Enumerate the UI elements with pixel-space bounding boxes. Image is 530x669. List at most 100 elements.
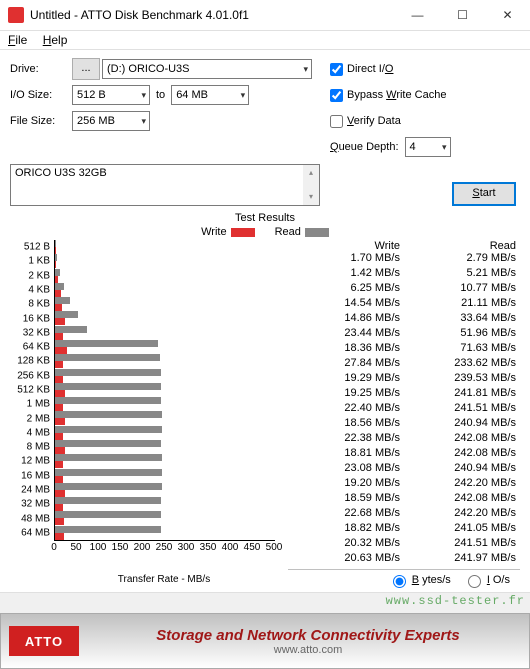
iosize-to-select[interactable]: 64 MB▾ — [171, 85, 249, 105]
cell-read: 10.77 MB/s — [404, 282, 520, 297]
cell-read: 51.96 MB/s — [404, 327, 520, 342]
chevron-down-icon: ▾ — [141, 90, 146, 101]
x-tick-label: 0 — [51, 542, 57, 553]
watermark: www.ssd-tester.fr — [386, 594, 525, 608]
bar-write — [55, 347, 67, 354]
iosize-from-select[interactable]: 512 B▾ — [72, 85, 150, 105]
y-tick-label: 24 MB — [21, 485, 50, 496]
legend-write-swatch — [231, 228, 255, 237]
bytes-radio[interactable]: Bytes/s — [388, 572, 451, 588]
bar-read — [55, 469, 162, 476]
close-button[interactable]: ✕ — [485, 0, 530, 30]
verify-data-checkbox[interactable]: Verify Data — [330, 115, 401, 128]
textarea-scrollbar[interactable]: ▴ ▾ — [303, 165, 319, 205]
table-row: 1.70 MB/s2.79 MB/s — [288, 252, 520, 267]
app-icon — [8, 7, 24, 23]
y-tick-label: 32 MB — [21, 499, 50, 510]
bar-read — [55, 369, 161, 376]
cell-read: 239.53 MB/s — [404, 372, 520, 387]
cell-write: 19.29 MB/s — [288, 372, 404, 387]
cell-write: 22.38 MB/s — [288, 432, 404, 447]
table-row: 14.54 MB/s21.11 MB/s — [288, 297, 520, 312]
x-tick-label: 350 — [200, 542, 217, 553]
legend-read-label: Read — [275, 226, 301, 238]
bar-read — [55, 240, 56, 247]
y-tick-label: 8 KB — [28, 299, 50, 310]
bar-read — [55, 254, 57, 261]
y-tick-label: 256 KB — [17, 370, 50, 381]
queue-depth-select[interactable]: 4▾ — [405, 137, 451, 157]
chevron-down-icon: ▾ — [241, 90, 246, 101]
y-tick-label: 8 MB — [27, 442, 50, 453]
table-row: 18.56 MB/s240.94 MB/s — [288, 417, 520, 432]
drive-select[interactable]: (D:) ORICO-U3S▾ — [102, 59, 312, 79]
y-tick-label: 2 MB — [27, 413, 50, 424]
bar-write — [55, 261, 56, 268]
chevron-down-icon: ▾ — [141, 116, 146, 127]
y-tick-label: 512 KB — [17, 385, 50, 396]
drive-browse-button[interactable]: ... — [72, 58, 100, 80]
x-tick-label: 200 — [134, 542, 151, 553]
cell-read: 240.94 MB/s — [404, 462, 520, 477]
bar-read — [55, 511, 161, 518]
y-tick-label: 12 MB — [21, 456, 50, 467]
y-tick-label: 16 KB — [23, 313, 50, 324]
cell-write: 18.56 MB/s — [288, 417, 404, 432]
bar-write — [55, 333, 63, 340]
bar-write — [55, 304, 62, 311]
bar-write — [55, 518, 64, 525]
chevron-down-icon: ▾ — [442, 142, 447, 153]
table-row: 20.32 MB/s241.51 MB/s — [288, 537, 520, 552]
y-tick-label: 48 MB — [21, 513, 50, 524]
cell-read: 2.79 MB/s — [404, 252, 520, 267]
table-row: 18.82 MB/s241.05 MB/s — [288, 522, 520, 537]
y-tick-label: 512 B — [24, 242, 50, 253]
cell-write: 18.81 MB/s — [288, 447, 404, 462]
drive-value: (D:) ORICO-U3S — [107, 63, 190, 75]
bar-read — [55, 311, 78, 318]
bar-read — [55, 297, 70, 304]
table-row: 22.68 MB/s242.20 MB/s — [288, 507, 520, 522]
cell-write: 20.32 MB/s — [288, 537, 404, 552]
scroll-down-icon[interactable]: ▾ — [303, 189, 319, 205]
cell-read: 241.51 MB/s — [404, 402, 520, 417]
cell-read: 71.63 MB/s — [404, 342, 520, 357]
table-row: 14.86 MB/s33.64 MB/s — [288, 312, 520, 327]
bar-write — [55, 318, 65, 325]
menu-help[interactable]: Help — [43, 33, 68, 47]
maximize-button[interactable]: ☐ — [440, 0, 485, 30]
cell-read: 241.97 MB/s — [404, 552, 520, 567]
bar-read — [55, 526, 161, 533]
start-button[interactable]: Start — [452, 182, 516, 206]
bar-read — [55, 497, 161, 504]
ios-radio[interactable]: IO/s — [463, 572, 510, 588]
bypass-cache-checkbox[interactable]: Bypass Write Cache — [330, 89, 446, 102]
cell-read: 242.20 MB/s — [404, 507, 520, 522]
bar-read — [55, 411, 162, 418]
scroll-up-icon[interactable]: ▴ — [303, 165, 319, 181]
description-textarea[interactable]: ORICO U3S 32GB ▴ ▾ — [10, 164, 320, 206]
bar-write — [55, 533, 64, 540]
drive-label: Drive: — [10, 63, 72, 75]
cell-read: 242.08 MB/s — [404, 447, 520, 462]
x-tick-label: 100 — [90, 542, 107, 553]
table-row: 27.84 MB/s233.62 MB/s — [288, 357, 520, 372]
cell-read: 241.51 MB/s — [404, 537, 520, 552]
cell-write: 19.20 MB/s — [288, 477, 404, 492]
y-tick-label: 64 KB — [23, 342, 50, 353]
minimize-button[interactable]: — — [395, 0, 440, 30]
table-row: 20.63 MB/s241.97 MB/s — [288, 552, 520, 567]
atto-logo: ATTO — [9, 626, 79, 656]
cell-write: 20.63 MB/s — [288, 552, 404, 567]
cell-write: 18.59 MB/s — [288, 492, 404, 507]
cell-write: 1.42 MB/s — [288, 267, 404, 282]
to-label: to — [156, 89, 165, 101]
bar-write — [55, 504, 63, 511]
bar-read — [55, 426, 162, 433]
direct-io-checkbox[interactable]: Direct I/O — [330, 63, 393, 76]
bar-read — [55, 454, 162, 461]
menu-file[interactable]: File — [8, 33, 27, 47]
filesize-select[interactable]: 256 MB▾ — [72, 111, 150, 131]
footer-url: www.atto.com — [87, 644, 529, 656]
cell-write: 22.68 MB/s — [288, 507, 404, 522]
